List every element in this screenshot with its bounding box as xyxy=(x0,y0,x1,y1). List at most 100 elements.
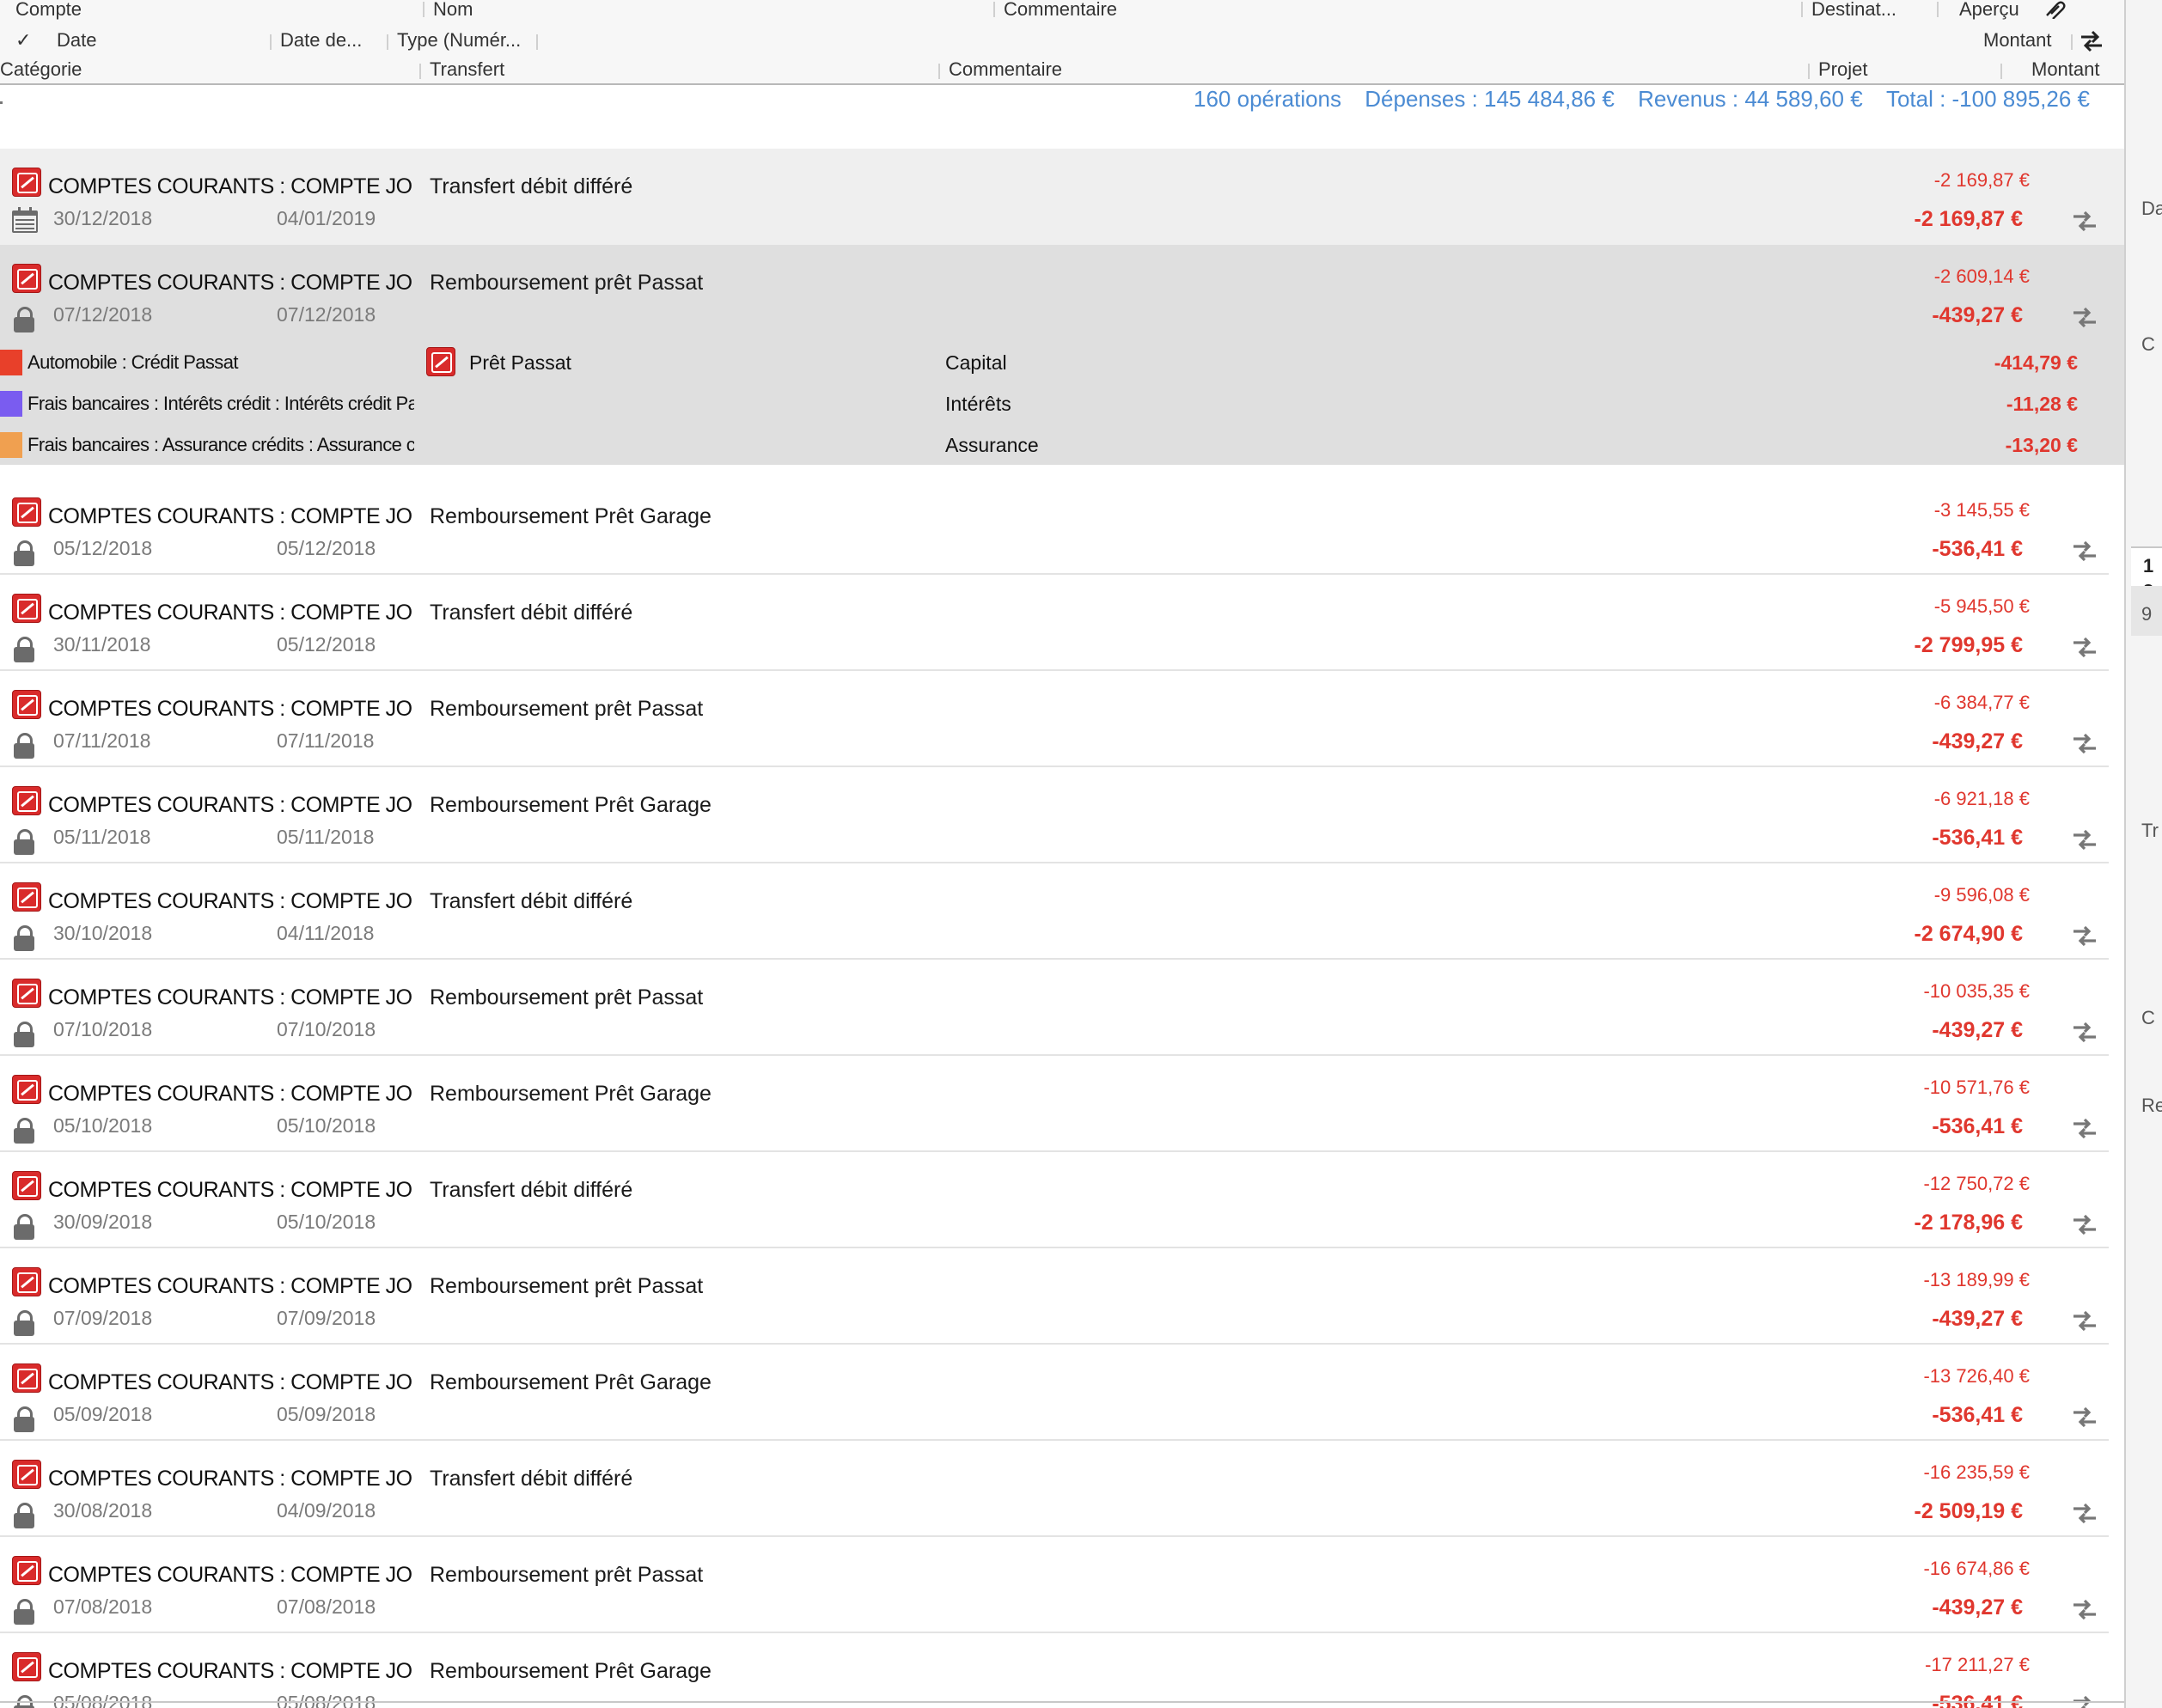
column-type[interactable]: Type (Numér... xyxy=(397,31,521,62)
column-compte[interactable]: Compte xyxy=(15,0,82,31)
column-montant[interactable]: Montant xyxy=(1983,31,2052,62)
transaction-list[interactable]: COMPTES COURANTS : COMPTE JOINT... Transf… xyxy=(0,149,2124,1708)
transfer-arrows-icon[interactable] xyxy=(2071,827,2098,853)
transaction-row[interactable]: COMPTES COURANTS : COMPTE JOINT... Rembou… xyxy=(0,1248,2124,1345)
transfer-arrows-icon[interactable] xyxy=(2071,305,2098,331)
split-row[interactable]: Frais bancaires : Intérêts crédit : Inté… xyxy=(0,382,2124,424)
running-balance: -16 674,86 € xyxy=(1923,1558,2030,1579)
lock-icon xyxy=(14,1503,34,1528)
column-destinataire[interactable]: Destinat... xyxy=(1811,0,1896,31)
transaction-amount: -2 674,90 € xyxy=(1914,922,2024,946)
running-balance: -3 145,55 € xyxy=(1933,499,2030,521)
transaction-row[interactable]: COMPTES COURANTS : COMPTE JOINT... Transf… xyxy=(0,1152,2124,1248)
category-color-swatch xyxy=(0,350,22,375)
side-panel-field[interactable]: 1 s xyxy=(2131,546,2162,599)
column-categorie[interactable]: Catégorie xyxy=(0,60,82,91)
transaction-row[interactable]: COMPTES COURANTS : COMPTE JOINT... Rembou… xyxy=(0,671,2124,767)
transaction-row[interactable]: COMPTES COURANTS : COMPTE JOINT... Rembou… xyxy=(0,1056,2124,1152)
bottom-divider xyxy=(0,1701,2124,1703)
account-name: COMPTES COURANTS : COMPTE JOINT... xyxy=(48,601,412,625)
side-panel-label: 9 xyxy=(2141,603,2153,625)
transfer-arrows-icon[interactable] xyxy=(2071,1597,2098,1623)
transaction-row[interactable]: COMPTES COURANTS : COMPTE JOINT... Rembou… xyxy=(0,1633,2124,1708)
column-apercu[interactable]: Aperçu xyxy=(1959,0,2019,31)
side-panel: Da C 1 s 9 Tr C Re xyxy=(2124,0,2162,1708)
expenses-total: Dépenses : 145 484,86 € xyxy=(1365,86,1615,112)
column-divider[interactable] xyxy=(423,2,424,17)
transfer-arrows-icon[interactable] xyxy=(2071,1020,2098,1046)
transfer-arrows-icon[interactable] xyxy=(2071,539,2098,564)
transactions-window: Compte Nom Commentaire Destinat... Aperç… xyxy=(0,0,2162,1708)
transaction-row[interactable]: COMPTES COURANTS : COMPTE JOINT... Rembou… xyxy=(0,245,2124,341)
account-name: COMPTES COURANTS : COMPTE JOINT... xyxy=(48,1467,412,1491)
transfer-arrows-icon[interactable] xyxy=(2071,1501,2098,1527)
transaction-row[interactable]: COMPTES COURANTS : COMPTE JOINT... Transf… xyxy=(0,149,2124,245)
split-category: Frais bancaires : Intérêts crédit : Inté… xyxy=(27,393,414,414)
account-name: COMPTES COURANTS : COMPTE JOINT... xyxy=(48,1563,412,1587)
column-nom[interactable]: Nom xyxy=(433,0,473,31)
split-row[interactable]: Automobile : Crédit Passat Prêt Passat Cap… xyxy=(0,341,2124,382)
payee-name: Remboursement prêt Passat xyxy=(430,1274,704,1298)
column-divider[interactable] xyxy=(387,34,388,50)
transaction-row[interactable]: COMPTES COURANTS : COMPTE JOINT... Rembou… xyxy=(0,479,2124,575)
column-divider[interactable] xyxy=(270,34,272,50)
transaction-amount: -536,41 € xyxy=(1932,826,2023,850)
transaction-row[interactable]: COMPTES COURANTS : COMPTE JOINT... Rembou… xyxy=(0,767,2124,863)
transfer-arrows-icon[interactable] xyxy=(2071,1308,2098,1334)
bank-logo-icon xyxy=(12,1171,41,1200)
column-transfert[interactable]: Transfert xyxy=(430,60,504,91)
transfer-arrows-icon[interactable] xyxy=(2071,731,2098,757)
column-divider[interactable] xyxy=(536,34,538,50)
bank-logo-icon xyxy=(12,168,41,197)
column-divider[interactable] xyxy=(993,2,995,17)
column-divider[interactable] xyxy=(419,64,421,79)
transaction-row[interactable]: COMPTES COURANTS : COMPTE JOINT... Transf… xyxy=(0,863,2124,960)
value-date: 05/10/2018 xyxy=(277,1211,376,1233)
payee-name: Remboursement prêt Passat xyxy=(430,1563,704,1587)
transaction-row[interactable]: COMPTES COURANTS : COMPTE JOINT... Rembou… xyxy=(0,1537,2124,1633)
transfer-arrows-icon[interactable] xyxy=(2071,209,2098,235)
column-divider[interactable] xyxy=(1937,2,1939,17)
transaction-amount: -439,27 € xyxy=(1932,1018,2023,1042)
bank-logo-icon xyxy=(12,786,41,815)
running-balance: -2 169,87 € xyxy=(1933,169,2030,191)
transfer-arrows-icon[interactable] xyxy=(2071,1116,2098,1142)
column-divider[interactable] xyxy=(2000,64,2002,79)
running-balance: -12 750,72 € xyxy=(1923,1173,2030,1194)
account-name: COMPTES COURANTS : COMPTE JOINT... xyxy=(48,174,412,198)
transfer-arrows-icon[interactable] xyxy=(2071,1212,2098,1238)
transaction-row[interactable]: COMPTES COURANTS : COMPTE JOINT... Transf… xyxy=(0,1441,2124,1537)
running-balance: -13 726,40 € xyxy=(1923,1365,2030,1387)
summary-bar: 160 opérations Dépenses : 145 484,86 € R… xyxy=(1176,86,2090,115)
account-name: COMPTES COURANTS : COMPTE JOINT... xyxy=(48,271,412,295)
value-date: 05/09/2018 xyxy=(277,1403,376,1425)
transaction-row[interactable]: COMPTES COURANTS : COMPTE JOINT... Transf… xyxy=(0,575,2124,671)
value-date: 07/11/2018 xyxy=(277,729,375,752)
running-balance: -6 921,18 € xyxy=(1933,788,2030,809)
split-category: Frais bancaires : Assurance crédits : As… xyxy=(27,434,414,455)
paperclip-icon[interactable] xyxy=(2043,0,2066,19)
lock-icon xyxy=(14,307,34,332)
payee-name: Transfert débit différé xyxy=(430,1467,633,1491)
column-commentaire[interactable]: Commentaire xyxy=(1004,0,1117,31)
column-commentaire-split[interactable]: Commentaire xyxy=(949,60,1062,91)
split-row[interactable]: Frais bancaires : Assurance crédits : As… xyxy=(0,424,2124,465)
transfer-arrows-icon[interactable] xyxy=(2071,1405,2098,1430)
value-date: 07/08/2018 xyxy=(277,1595,376,1618)
transaction-row[interactable]: COMPTES COURANTS : COMPTE JOINT... Rembou… xyxy=(0,960,2124,1056)
column-divider[interactable] xyxy=(1801,2,1803,17)
operation-date: 07/12/2018 xyxy=(53,303,153,326)
transaction-row[interactable]: COMPTES COURANTS : COMPTE JOINT... Rembou… xyxy=(0,1345,2124,1441)
value-date: 04/11/2018 xyxy=(277,922,375,944)
column-checked[interactable]: ✓ xyxy=(15,31,31,62)
column-date-de[interactable]: Date de... xyxy=(280,31,362,62)
column-divider[interactable] xyxy=(938,64,940,79)
side-panel-label: Re xyxy=(2141,1095,2162,1116)
column-divider[interactable] xyxy=(1808,64,1810,79)
column-date[interactable]: Date xyxy=(57,31,96,62)
operation-date: 30/10/2018 xyxy=(53,922,153,944)
transfer-arrows-icon[interactable] xyxy=(2071,924,2098,949)
transfer-arrows-icon[interactable] xyxy=(2071,635,2098,661)
column-divider[interactable] xyxy=(2071,34,2073,50)
transfer-arrows-icon[interactable] xyxy=(2078,29,2105,53)
